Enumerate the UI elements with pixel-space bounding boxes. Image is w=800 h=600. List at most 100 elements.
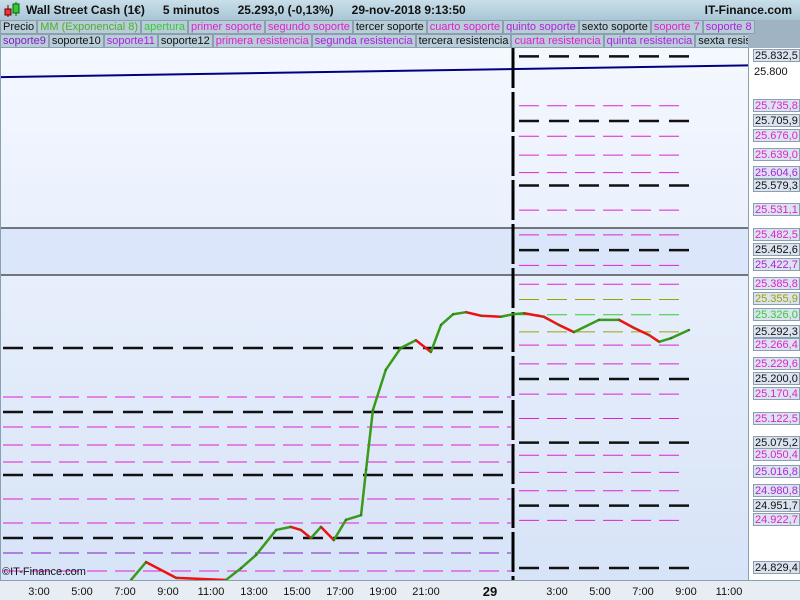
price-label: 25.735,8 xyxy=(753,98,800,112)
legend-item[interactable]: soporte 7 xyxy=(650,20,703,34)
price-label: 25.229,6 xyxy=(753,356,800,370)
ma-point xyxy=(542,315,545,318)
ma-point xyxy=(299,528,302,531)
legend-item[interactable]: soporte11 xyxy=(103,34,158,48)
ma-point xyxy=(399,346,402,349)
ma-segment xyxy=(144,560,178,580)
timeframe: 5 minutos xyxy=(162,3,220,17)
legend-item[interactable]: tercera resistencia xyxy=(415,34,512,48)
ma-segment xyxy=(309,525,323,540)
ma-segment xyxy=(499,312,515,319)
ma-point xyxy=(332,539,335,542)
legend-item[interactable]: primer soporte xyxy=(188,20,265,34)
time-tick: 11:00 xyxy=(715,586,743,598)
ma-point xyxy=(480,314,483,317)
time-axis[interactable]: 3:00 5:00 7:00 9:00 11:00 13:00 15:00 17:00 19:0… xyxy=(0,580,800,600)
ma-segment xyxy=(274,525,293,532)
ma-point xyxy=(670,337,673,340)
ma-segment xyxy=(224,566,243,580)
ma-point xyxy=(648,334,651,337)
price-label: 25.292,3 xyxy=(753,324,800,338)
price-label: 25.800 xyxy=(754,66,788,78)
ma-segment xyxy=(572,318,601,334)
price-label: 25.326,0 xyxy=(753,307,800,321)
ma-segment xyxy=(344,513,363,522)
legend-item[interactable]: sexta resistencia xyxy=(695,34,748,48)
legend-item[interactable]: cuarta resistencia xyxy=(511,34,604,48)
time-tick: 11:00 xyxy=(197,586,225,598)
ma-segment xyxy=(511,311,526,316)
ma-segment xyxy=(289,525,303,532)
ma-segment xyxy=(657,336,673,344)
ma-segment xyxy=(617,318,636,330)
ma-segment xyxy=(557,323,576,334)
legend-item[interactable]: quinta resistencia xyxy=(603,34,696,48)
ma-point xyxy=(175,576,178,579)
ma-segment xyxy=(542,315,561,327)
ma-segment xyxy=(364,408,375,472)
legend-row-1: Precio MM (Exponencial 8) apertura primer s… xyxy=(0,20,755,34)
legend-item[interactable]: segunda resistencia xyxy=(311,34,416,48)
ma-point xyxy=(557,323,560,326)
legend-item[interactable]: cuarto soporte xyxy=(426,20,504,34)
price-label: 25.705,9 xyxy=(753,113,800,127)
legend-item[interactable]: soporte10 xyxy=(48,34,104,48)
price-label: 25.531,1 xyxy=(753,203,800,217)
time-tick: 13:00 xyxy=(240,586,268,598)
ma-point xyxy=(240,567,243,570)
ma-point xyxy=(687,329,690,332)
legend-item[interactable]: soporte9 xyxy=(0,34,49,48)
ma-segment xyxy=(359,468,368,517)
price-label: 25.075,2 xyxy=(753,435,800,449)
time-tick: 9:00 xyxy=(157,586,179,598)
price-label: 25.482,5 xyxy=(753,227,800,241)
time-tick: 9:00 xyxy=(675,586,697,598)
time-tick: 3:00 xyxy=(28,586,50,598)
ma-point xyxy=(255,553,258,556)
ma-point xyxy=(414,339,417,342)
price-label: 25.604,6 xyxy=(753,165,800,179)
ma-point xyxy=(465,311,468,314)
ma-segment xyxy=(371,368,388,412)
ma-point xyxy=(439,323,442,326)
ma-point xyxy=(309,537,312,540)
legend-item[interactable]: segundo soporte xyxy=(264,20,353,34)
instrument-title: Wall Street Cash (1€) xyxy=(26,3,145,17)
legend-item[interactable]: soporte 8 xyxy=(702,20,755,34)
plot-area xyxy=(1,48,748,580)
ma-segment xyxy=(414,338,433,354)
ma-segment xyxy=(669,328,691,340)
ma-point xyxy=(633,327,636,329)
ma-point xyxy=(345,518,348,521)
ma-point xyxy=(572,331,575,334)
time-tick: 21:00 xyxy=(412,586,440,598)
price-label: 25.170,4 xyxy=(753,387,800,401)
price-label: 24.980,8 xyxy=(753,483,800,497)
price-label: 25.200,0 xyxy=(753,372,800,385)
legend-item[interactable]: Precio xyxy=(0,20,38,34)
ma-point xyxy=(618,318,621,321)
time-tick: 15:00 xyxy=(283,586,311,598)
ma-point xyxy=(384,368,387,371)
legend-item[interactable]: soporte12 xyxy=(157,34,213,48)
price-label: 25.832,5 xyxy=(753,49,800,63)
ma-point xyxy=(360,514,363,517)
legend-item[interactable]: sexto soporte xyxy=(578,20,651,34)
price-axis[interactable]: 25.832,5 25.800 25.735,8 25.705,9 25.676,0 25… xyxy=(748,48,800,580)
candlestick-logo-icon xyxy=(4,2,20,17)
legend-item[interactable]: quinto soporte xyxy=(503,20,579,34)
legend-item[interactable]: apertura xyxy=(141,20,188,34)
ma-point xyxy=(452,313,455,316)
ma-segment xyxy=(522,311,546,319)
price-chart[interactable] xyxy=(0,48,748,580)
datetime: 29-nov-2018 9:13:50 xyxy=(351,3,466,17)
brand: IT-Finance.com xyxy=(704,3,792,17)
legend-item[interactable]: tercer soporte xyxy=(352,20,427,34)
price-label: 24.922,7 xyxy=(753,513,800,527)
legend-item[interactable]: MM (Exponencial 8) xyxy=(37,20,142,34)
legend-item[interactable]: primera resistencia xyxy=(212,34,312,48)
trendline xyxy=(1,64,748,79)
time-tick: 5:00 xyxy=(71,586,93,598)
ma-point xyxy=(429,350,432,353)
ma-point xyxy=(598,318,600,321)
